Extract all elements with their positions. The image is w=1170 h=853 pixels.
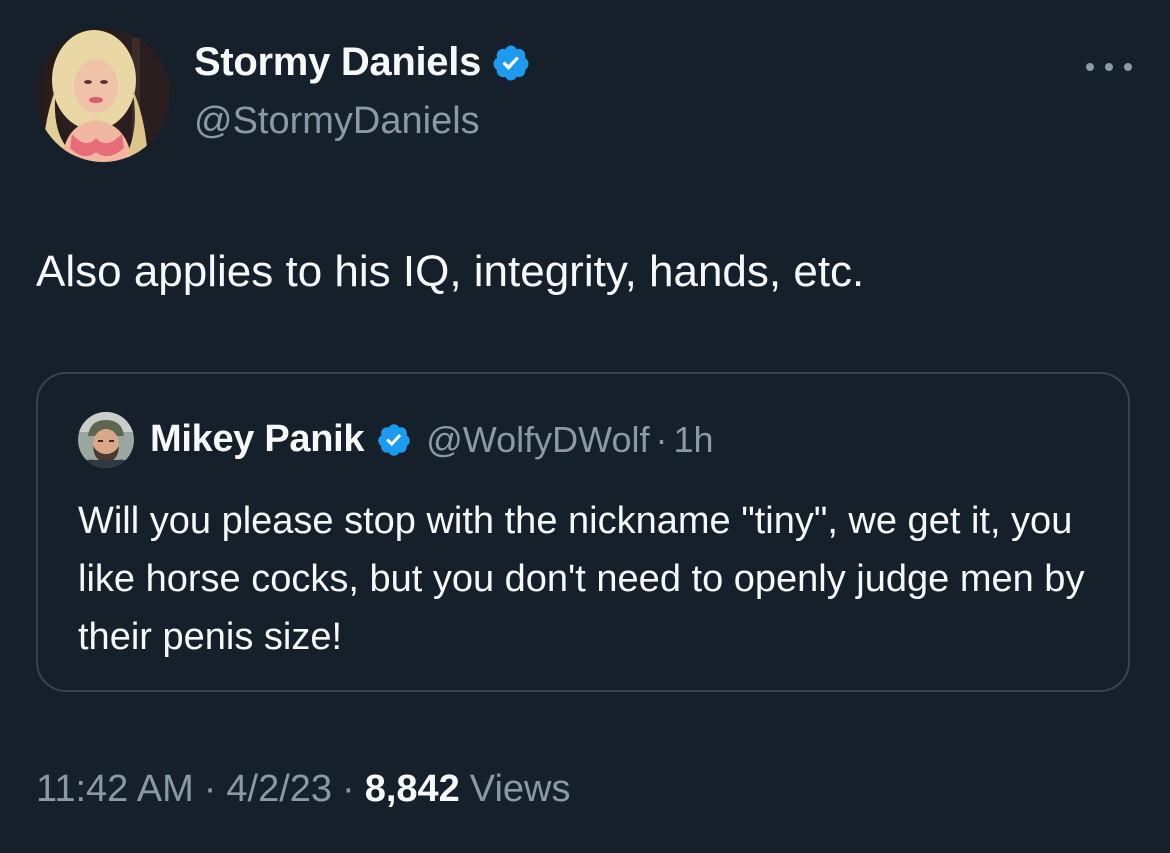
- tweet: Stormy Daniels @StormyDaniels Also appli…: [0, 0, 1170, 853]
- views-label: Views: [469, 768, 571, 810]
- quoted-author-name: Mikey Panik: [150, 418, 365, 460]
- more-horizontal-icon[interactable]: [1086, 56, 1132, 78]
- separator-dot: ·: [655, 418, 668, 460]
- tweet-time[interactable]: 11:42 AM: [36, 768, 194, 811]
- views-count: 8,842: [364, 768, 460, 810]
- more-dot: [1086, 63, 1094, 71]
- author-avatar[interactable]: [36, 28, 170, 162]
- verified-badge-icon: [378, 423, 411, 456]
- author-handle[interactable]: @StormyDaniels: [194, 100, 480, 143]
- author-name-row: Stormy Daniels: [194, 40, 531, 85]
- tweet-text: Also applies to his IQ, integrity, hands…: [36, 247, 865, 296]
- quoted-tweet-time: 1h: [673, 418, 714, 460]
- quoted-author-avatar: [78, 412, 134, 468]
- more-dot: [1124, 63, 1132, 71]
- quoted-tweet-card[interactable]: Mikey Panik @WolfyDWolf · 1h Will you pl…: [36, 372, 1130, 692]
- tweet-meta: 11:42 AM · 4/2/23 · 8,842 Views: [36, 768, 570, 811]
- separator-dot: ·: [203, 768, 217, 810]
- quoted-tweet-header: Mikey Panik @WolfyDWolf · 1h: [150, 418, 714, 461]
- verified-badge-icon: [493, 45, 529, 80]
- quoted-author-handle: @WolfyDWolf: [426, 418, 650, 460]
- tweet-date[interactable]: 4/2/23: [226, 768, 332, 811]
- more-dot: [1105, 63, 1113, 71]
- separator-dot: ·: [342, 768, 355, 810]
- author-name[interactable]: Stormy Daniels: [194, 40, 481, 85]
- quoted-tweet-text: Will you please stop with the nickname "…: [78, 500, 1085, 658]
